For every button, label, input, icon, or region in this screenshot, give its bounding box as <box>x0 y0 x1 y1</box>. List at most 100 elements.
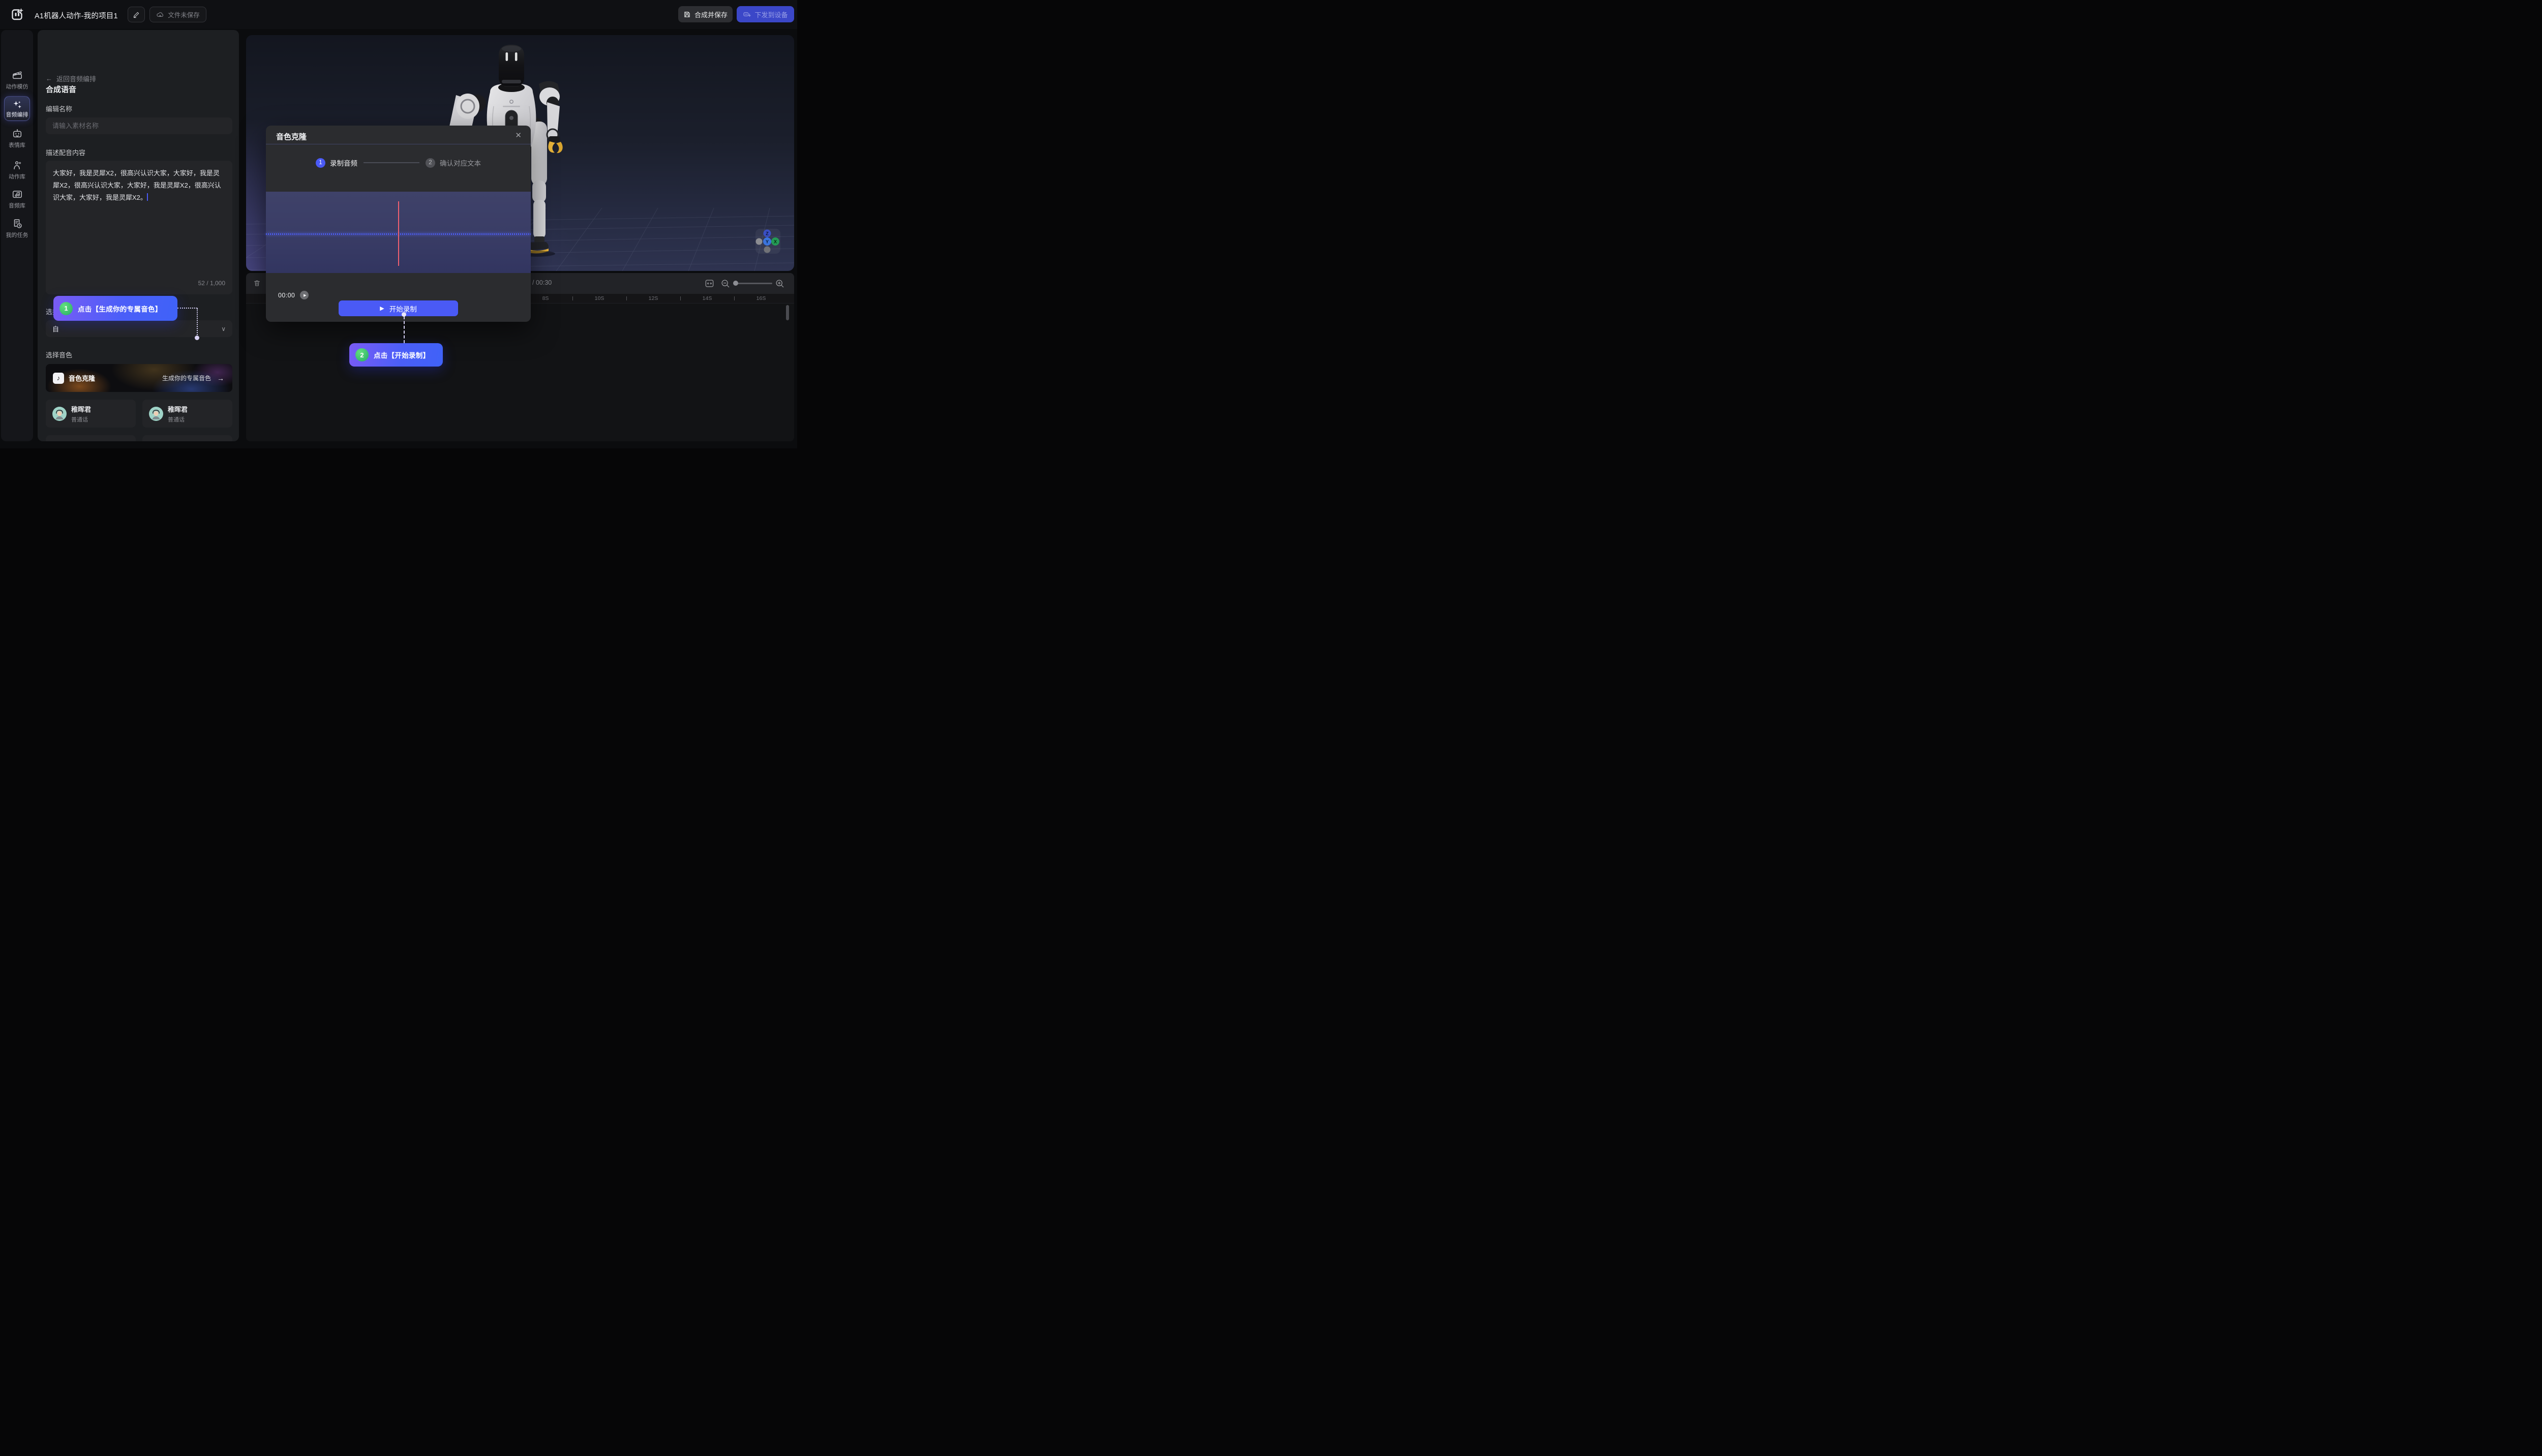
tooltip1-connector-vertical <box>197 308 198 337</box>
file-unsaved-label: 文件未保存 <box>168 10 200 19</box>
current-time: 00:00 <box>278 292 295 299</box>
ruler-tick: 8S <box>542 295 549 301</box>
modal-steps: 1 录制音频 2 确认对应文本 <box>266 158 531 168</box>
voice-card[interactable]: 稚晖君 普通话 <box>46 400 136 428</box>
rename-project-button[interactable] <box>128 7 145 22</box>
desc-field-label: 描述配音内容 <box>46 147 85 157</box>
ruler-tick: 14S <box>703 295 712 301</box>
guide-step-text: 点击【生成你的专属音色】 <box>78 304 162 314</box>
sidebar-item-motion-mimic[interactable]: 动作模仿 <box>1 70 33 90</box>
voice-field-label: 选择音色 <box>46 350 72 359</box>
deploy-to-device-button[interactable]: 下发到设备 <box>737 6 794 22</box>
sidebar-item-label: 我的任务 <box>1 231 33 239</box>
emotion-selected-value: 自 <box>52 324 59 333</box>
voice-clone-subtitle: 生成你的专属音色 <box>162 374 211 382</box>
sidebar-item-motion-lib[interactable]: 动作库 <box>1 160 33 180</box>
voice-language: 普通话 <box>168 415 188 423</box>
ruler-tick: 12S <box>649 295 658 301</box>
pencil-icon <box>133 11 140 18</box>
voice-card[interactable]: 稚晖君 普通话 <box>142 400 232 428</box>
save-and-compose-label: 合成并保存 <box>694 10 728 19</box>
app-root: A1机器人动作-我的项目1 文件未保存 合成并保存 <box>0 0 797 448</box>
guide-tooltip-2[interactable]: 2 点击【开始录制】 <box>349 343 443 367</box>
guide-step-number: 2 <box>355 348 369 361</box>
sidebar-item-label: 动作模仿 <box>1 82 33 90</box>
robot-download-icon <box>743 10 751 18</box>
gizmo-z-label: Z <box>766 231 769 236</box>
playback-row: 00:00 ▶ <box>278 291 309 299</box>
avatar <box>149 407 163 421</box>
voice-name: 稚晖君 <box>168 404 188 414</box>
zoom-out-icon[interactable] <box>720 279 730 288</box>
arrow-right-icon: → <box>217 374 224 382</box>
voice-name: 稚晖君 <box>71 404 91 414</box>
file-unsaved-status[interactable]: 文件未保存 <box>149 7 206 22</box>
app-logo-icon <box>10 8 24 21</box>
step-number: 2 <box>426 158 435 168</box>
step-label: 录制音频 <box>330 158 357 168</box>
trash-icon[interactable] <box>253 279 261 287</box>
deploy-to-device-label: 下发到设备 <box>754 10 788 19</box>
material-name-input[interactable] <box>46 117 232 134</box>
play-icon: ▶ <box>380 305 384 312</box>
voice-content-textarea[interactable]: 大家好，我是灵犀X2，很高兴认识大家，大家好，我是灵犀X2，很高兴认识大家，大家… <box>46 161 232 294</box>
sidebar-item-audio-arrange[interactable]: 音频编排 <box>4 96 30 121</box>
clapperboard-icon <box>12 70 23 81</box>
voice-card[interactable] <box>46 435 136 441</box>
back-arrow-icon: ← <box>46 75 52 82</box>
zoom-in-icon[interactable] <box>775 279 784 288</box>
music-note-icon: ♪ <box>53 373 64 384</box>
left-nav-rail: 动作模仿 音频编排 表情库 <box>1 30 33 441</box>
tooltip2-connector-vertical <box>404 316 405 343</box>
voice-card[interactable] <box>142 435 232 441</box>
sidebar-item-expression-lib[interactable]: 表情库 <box>1 128 33 149</box>
zoom-slider-handle[interactable] <box>733 281 738 286</box>
avatar <box>52 407 67 421</box>
tooltip2-connector-dot <box>402 312 406 317</box>
timeline-zoom-slider[interactable] <box>734 283 772 284</box>
step-record-audio: 1 录制音频 <box>316 158 357 168</box>
axis-gizmo[interactable]: Z Y X <box>755 229 780 254</box>
ruler-tick-mark <box>734 296 735 300</box>
close-icon[interactable]: ✕ <box>515 131 522 140</box>
task-clock-icon <box>12 218 23 229</box>
voice-content-text: 大家好，我是灵犀X2，很高兴认识大家，大家好，我是灵犀X2，很高兴认识大家，大家… <box>53 169 221 201</box>
gizmo-neg-x-dot[interactable] <box>756 238 763 245</box>
sidebar-item-label: 音频编排 <box>5 110 29 118</box>
step-number: 1 <box>316 158 325 168</box>
ruler-tick-mark <box>680 296 681 300</box>
char-counter: 52 / 1,000 <box>198 277 225 289</box>
back-to-audio-arrange-link[interactable]: ← 返回音频编排 <box>46 74 96 83</box>
save-icon <box>683 11 691 18</box>
timeline-duration: / 00:30 <box>532 279 552 286</box>
gizmo-y-label: Y <box>766 239 769 245</box>
preview-play-button[interactable]: ▶ <box>300 291 309 299</box>
top-bar: A1机器人动作-我的项目1 文件未保存 合成并保存 <box>0 0 797 29</box>
waveform-area[interactable] <box>266 192 531 273</box>
voice-clone-banner[interactable]: ♪ 音色克隆 生成你的专属音色 → <box>46 364 232 392</box>
person-star-icon <box>12 160 23 171</box>
save-and-compose-button[interactable]: 合成并保存 <box>678 6 733 22</box>
project-title: A1机器人动作-我的项目1 <box>35 10 118 21</box>
voice-clone-title: 音色克隆 <box>69 373 95 383</box>
text-cursor <box>147 193 148 201</box>
sidebar-item-label: 音频库 <box>1 201 33 209</box>
tooltip1-connector-horizontal <box>177 308 197 309</box>
gizmo-neg-z-dot[interactable] <box>764 247 771 253</box>
playhead-cursor[interactable] <box>398 201 399 266</box>
sidebar-item-my-tasks[interactable]: 我的任务 <box>1 218 33 239</box>
step-confirm-text: 2 确认对应文本 <box>426 158 481 168</box>
emotion-select[interactable]: 自 ∨ <box>46 320 232 337</box>
ruler-tick: 16S <box>756 295 766 301</box>
modal-title: 音色克隆 <box>276 131 307 142</box>
voice-language: 普通话 <box>71 415 91 423</box>
robot-face-icon <box>12 128 23 139</box>
step-connector <box>364 162 419 163</box>
start-record-button[interactable]: ▶ 开始录制 <box>339 300 458 316</box>
sidebar-item-audio-lib[interactable]: 音频库 <box>1 189 33 209</box>
guide-tooltip-1[interactable]: 1 点击【生成你的专属音色】 <box>53 296 177 321</box>
back-label: 返回音频编排 <box>56 74 96 83</box>
fit-width-icon[interactable] <box>705 279 714 288</box>
timeline-tracks-area[interactable] <box>246 304 794 441</box>
tracks-vertical-scrollbar[interactable] <box>786 305 789 320</box>
